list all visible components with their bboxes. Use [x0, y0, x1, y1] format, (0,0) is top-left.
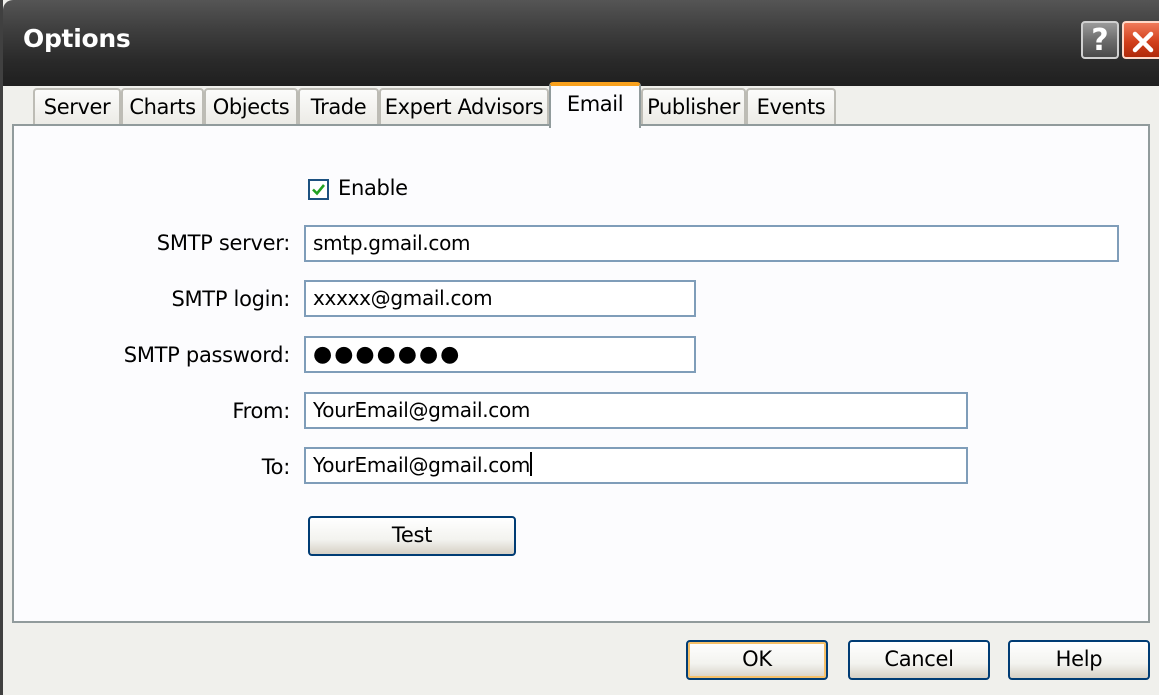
tab-expert-advisors[interactable]: Expert Advisors — [379, 88, 549, 124]
from-input[interactable]: YourEmail@gmail.com — [304, 392, 968, 429]
to-input[interactable]: YourEmail@gmail.com — [304, 447, 968, 484]
smtp-password-input[interactable]: ●●●●●●● — [304, 336, 696, 373]
window-title: Options — [23, 24, 131, 53]
tab-server[interactable]: Server — [33, 88, 121, 124]
smtp-login-label: SMTP login: — [171, 287, 290, 311]
smtp-server-label: SMTP server: — [156, 231, 291, 255]
close-button[interactable] — [1122, 21, 1159, 59]
smtp-login-input[interactable]: xxxxx@gmail.com — [304, 280, 696, 317]
title-bar[interactable]: Options ? — [3, 0, 1159, 86]
tab-events[interactable]: Events — [746, 88, 836, 124]
question-icon: ? — [1091, 23, 1109, 58]
tab-email[interactable]: Email — [549, 82, 641, 128]
smtp-server-input[interactable]: smtp.gmail.com — [304, 225, 1119, 262]
help-button[interactable]: Help — [1008, 640, 1150, 680]
cancel-button[interactable]: Cancel — [848, 640, 990, 680]
ok-button[interactable]: OK — [686, 640, 828, 680]
to-label: To: — [261, 455, 291, 479]
email-tab-panel — [12, 124, 1150, 623]
close-icon — [1132, 31, 1154, 53]
tab-charts[interactable]: Charts — [121, 88, 204, 124]
checkmark-icon — [312, 184, 326, 196]
to-input-value: YourEmail@gmail.com — [313, 453, 531, 477]
help-title-button[interactable]: ? — [1081, 21, 1119, 59]
tab-trade[interactable]: Trade — [298, 88, 379, 124]
enable-label[interactable]: Enable — [338, 176, 408, 200]
text-caret — [530, 452, 533, 476]
enable-checkbox[interactable] — [308, 179, 329, 200]
test-button[interactable]: Test — [308, 516, 516, 556]
options-dialog: Options ? Server Charts Objects Trade Ex… — [0, 0, 1159, 695]
tab-publisher[interactable]: Publisher — [641, 88, 746, 124]
from-label: From: — [232, 399, 290, 423]
smtp-password-label: SMTP password: — [123, 343, 291, 367]
tab-objects[interactable]: Objects — [204, 88, 298, 124]
